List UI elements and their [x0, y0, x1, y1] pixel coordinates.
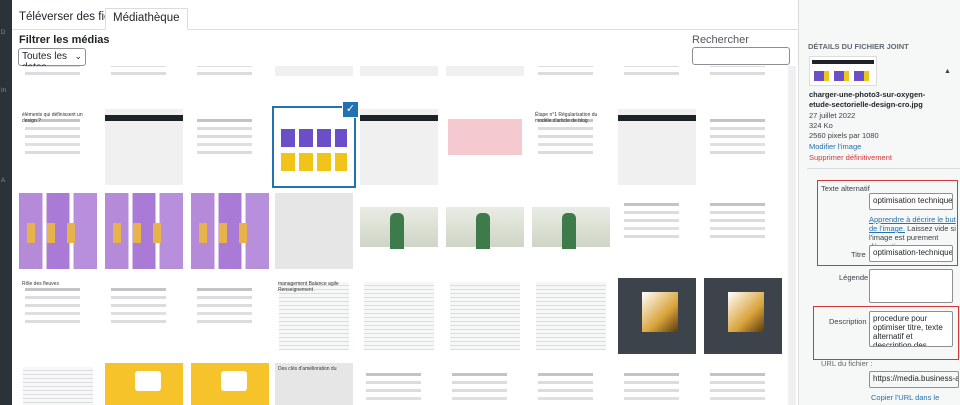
attachment-tile[interactable]: [191, 109, 269, 185]
attachment-tile[interactable]: [446, 109, 524, 185]
attachment-tile[interactable]: [704, 363, 782, 405]
attachment-tile[interactable]: [105, 363, 183, 405]
media-tabs: Téléverser des fichiers Médiathèque: [12, 0, 798, 30]
search-label: Rechercher: [692, 34, 749, 46]
attachment-tile[interactable]: [19, 193, 97, 269]
grid-scrollbar[interactable]: [788, 66, 796, 405]
attachment-tile[interactable]: [704, 193, 782, 269]
title-label: Titre: [851, 250, 866, 259]
attachment-tile[interactable]: [446, 66, 524, 76]
attachment-selected[interactable]: [272, 106, 356, 188]
attachment-tile[interactable]: [532, 278, 610, 354]
delete-permanently-link[interactable]: Supprimer définitivement: [809, 153, 892, 162]
file-size: 324 Ko: [809, 121, 833, 130]
date-filter-select[interactable]: Toutes les dates ⌄: [18, 48, 86, 73]
image-dimensions: 2560 pixels par 1080: [809, 131, 879, 140]
attachment-tile[interactable]: [191, 278, 269, 354]
description-label: Description: [829, 317, 867, 326]
attachment-tile[interactable]: [191, 363, 269, 405]
attachment-tile[interactable]: management Balance agile Renseignement: [275, 278, 353, 354]
attachment-tile[interactable]: [446, 363, 524, 405]
attachment-tile[interactable]: [105, 193, 183, 269]
media-modal: Téléverser des fichiers Médiathèque Filt…: [12, 0, 960, 405]
attachments-grid: ogle : Les meilleurs designs d'ennuyé 20…: [12, 66, 798, 405]
caption-textarea[interactable]: [869, 269, 953, 303]
attachment-thumb-text: Des clés d'amélioration du: [278, 366, 337, 372]
edit-image-link[interactable]: Modifier l'image: [809, 142, 861, 151]
attachment-tile[interactable]: [618, 109, 696, 185]
attachment-thumb-text: management Balance agile Renseignement: [278, 281, 339, 293]
attachment-tile[interactable]: [446, 278, 524, 354]
attachment-thumb-text: Étape n°1 Régularisation du modèle d'art…: [535, 112, 598, 124]
attachment-tile[interactable]: Rôle des fleuves: [19, 278, 97, 354]
attachment-tile[interactable]: [191, 66, 269, 76]
details-title: DÉTAILS DU FICHIER JOINT: [808, 42, 909, 51]
attachment-tile[interactable]: [360, 193, 438, 269]
attachment-tile[interactable]: [191, 193, 269, 269]
attachment-tile[interactable]: [532, 193, 610, 269]
attachment-tile[interactable]: [618, 363, 696, 405]
attachment-details-sidebar: DÉTAILS DU FICHIER JOINT ▲ charger-une-p…: [798, 0, 960, 405]
chevron-down-icon: ⌄: [74, 51, 82, 61]
attachment-tile[interactable]: [704, 109, 782, 185]
detail-thumbnail: [809, 56, 877, 86]
admin-sidebar-strip: D In A: [0, 0, 12, 405]
attachment-tile[interactable]: [360, 66, 438, 76]
description-textarea[interactable]: procedure pour optimiser titre, texte al…: [869, 311, 953, 347]
attachment-tile[interactable]: [360, 363, 438, 405]
scroll-up-icon[interactable]: ▲: [944, 68, 951, 75]
attachment-thumb-text: Rôle des fleuves: [22, 281, 59, 287]
file-url-input[interactable]: https://media.business-ar: [869, 371, 959, 388]
attachment-tile[interactable]: [105, 109, 183, 185]
attachment-tile[interactable]: [704, 278, 782, 354]
attachment-tile[interactable]: [704, 66, 782, 76]
attachment-tile[interactable]: [360, 278, 438, 354]
attachment-tile[interactable]: [275, 193, 353, 269]
filter-media-title: Filtrer les médias: [19, 34, 110, 46]
attachment-tile[interactable]: éléments qui définissent un design ?: [19, 109, 97, 185]
attachment-tile[interactable]: ogle : Les meilleurs designs d'ennuyé 20…: [19, 66, 97, 76]
attachment-tile[interactable]: [275, 66, 353, 76]
attachment-tile[interactable]: [618, 278, 696, 354]
search-input[interactable]: [692, 47, 790, 65]
attachment-tile[interactable]: [446, 193, 524, 269]
caption-label: Légende: [839, 273, 869, 282]
alt-text-label: Texte alternatif: [821, 184, 870, 193]
alt-text-input[interactable]: optimisation technique im: [869, 193, 953, 210]
attachment-tile[interactable]: Étape n°1 Régularisation du modèle d'art…: [532, 109, 610, 185]
title-input[interactable]: optimisation-technique-i: [869, 245, 953, 262]
attachment-tile[interactable]: Des clés d'amélioration du: [275, 363, 353, 405]
attachment-tile[interactable]: Sélection du document: [532, 66, 610, 76]
attachment-tile[interactable]: [105, 278, 183, 354]
file-url-label: URL du fichier :: [821, 359, 873, 368]
tab-media-library[interactable]: Médiathèque: [105, 8, 188, 30]
file-name: charger-une-photo3-sur-oxygen-etude-sect…: [809, 90, 926, 109]
selected-check-icon[interactable]: ✓: [343, 102, 358, 117]
attachment-tile[interactable]: [618, 66, 696, 76]
copy-url-link[interactable]: Copier l'URL dans le presse-pa: [871, 393, 960, 405]
attachment-tile[interactable]: [618, 193, 696, 269]
attachment-tile[interactable]: [105, 66, 183, 76]
attachment-tile[interactable]: [360, 109, 438, 185]
attachment-tile[interactable]: [532, 363, 610, 405]
upload-date: 27 juillet 2022: [809, 111, 856, 120]
divider: [807, 168, 960, 169]
attachment-thumb-text: éléments qui définissent un design ?: [22, 112, 83, 124]
attachment-tile[interactable]: [19, 363, 97, 405]
